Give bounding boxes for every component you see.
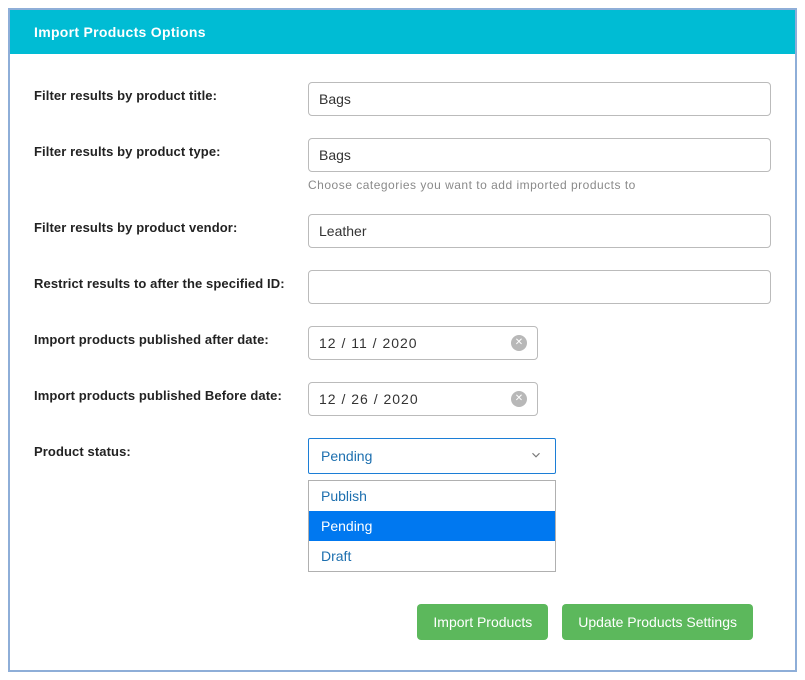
import-options-panel: Import Products Options Filter results b… [8,8,797,672]
status-option-publish[interactable]: Publish [309,481,555,511]
x-icon: ✕ [515,338,523,348]
label-product-status: Product status: [34,438,308,474]
field-type-filter: Choose categories you want to add import… [308,138,771,192]
clear-date-before-icon[interactable]: ✕ [511,391,527,407]
form-body: Filter results by product title: Filter … [10,54,795,516]
clear-date-after-icon[interactable]: ✕ [511,335,527,351]
update-settings-button[interactable]: Update Products Settings [562,604,753,640]
row-type-filter: Filter results by product type: Choose c… [34,138,771,192]
label-restrict-id: Restrict results to after the specified … [34,270,308,304]
panel-title: Import Products Options [34,24,206,40]
field-restrict-id [308,270,771,304]
date-after-value: 12 / 11 / 2020 [319,335,418,351]
input-type-filter[interactable] [308,138,771,172]
field-published-after: 12 / 11 / 2020 ✕ [308,326,771,360]
select-status-value: Pending [321,448,372,464]
date-published-before[interactable]: 12 / 26 / 2020 ✕ [308,382,538,416]
select-product-status[interactable]: Pending [308,438,556,474]
status-option-draft[interactable]: Draft [309,541,555,571]
panel-header: Import Products Options [10,10,795,54]
label-title-filter: Filter results by product title: [34,82,308,116]
status-option-pending[interactable]: Pending [309,511,555,541]
row-product-status: Product status: Pending Publish Pending … [34,438,771,474]
x-icon: ✕ [515,394,523,404]
dropdown-product-status: Publish Pending Draft [308,480,556,572]
import-products-button[interactable]: Import Products [417,604,548,640]
date-published-after[interactable]: 12 / 11 / 2020 ✕ [308,326,538,360]
input-vendor-filter[interactable] [308,214,771,248]
row-title-filter: Filter results by product title: [34,82,771,116]
row-restrict-id: Restrict results to after the specified … [34,270,771,304]
select-wrap-status: Pending Publish Pending Draft [308,438,556,474]
helper-type-filter: Choose categories you want to add import… [308,178,771,192]
field-published-before: 12 / 26 / 2020 ✕ [308,382,771,416]
label-type-filter: Filter results by product type: [34,138,308,192]
row-vendor-filter: Filter results by product vendor: [34,214,771,248]
input-title-filter[interactable] [308,82,771,116]
chevron-down-icon [529,448,543,465]
field-vendor-filter [308,214,771,248]
label-published-before: Import products published Before date: [34,382,308,416]
button-row: Import Products Update Products Settings [417,604,753,640]
field-title-filter [308,82,771,116]
row-published-before: Import products published Before date: 1… [34,382,771,416]
input-restrict-id[interactable] [308,270,771,304]
date-before-value: 12 / 26 / 2020 [319,391,419,407]
row-published-after: Import products published after date: 12… [34,326,771,360]
label-published-after: Import products published after date: [34,326,308,360]
label-vendor-filter: Filter results by product vendor: [34,214,308,248]
field-product-status: Pending Publish Pending Draft [308,438,771,474]
